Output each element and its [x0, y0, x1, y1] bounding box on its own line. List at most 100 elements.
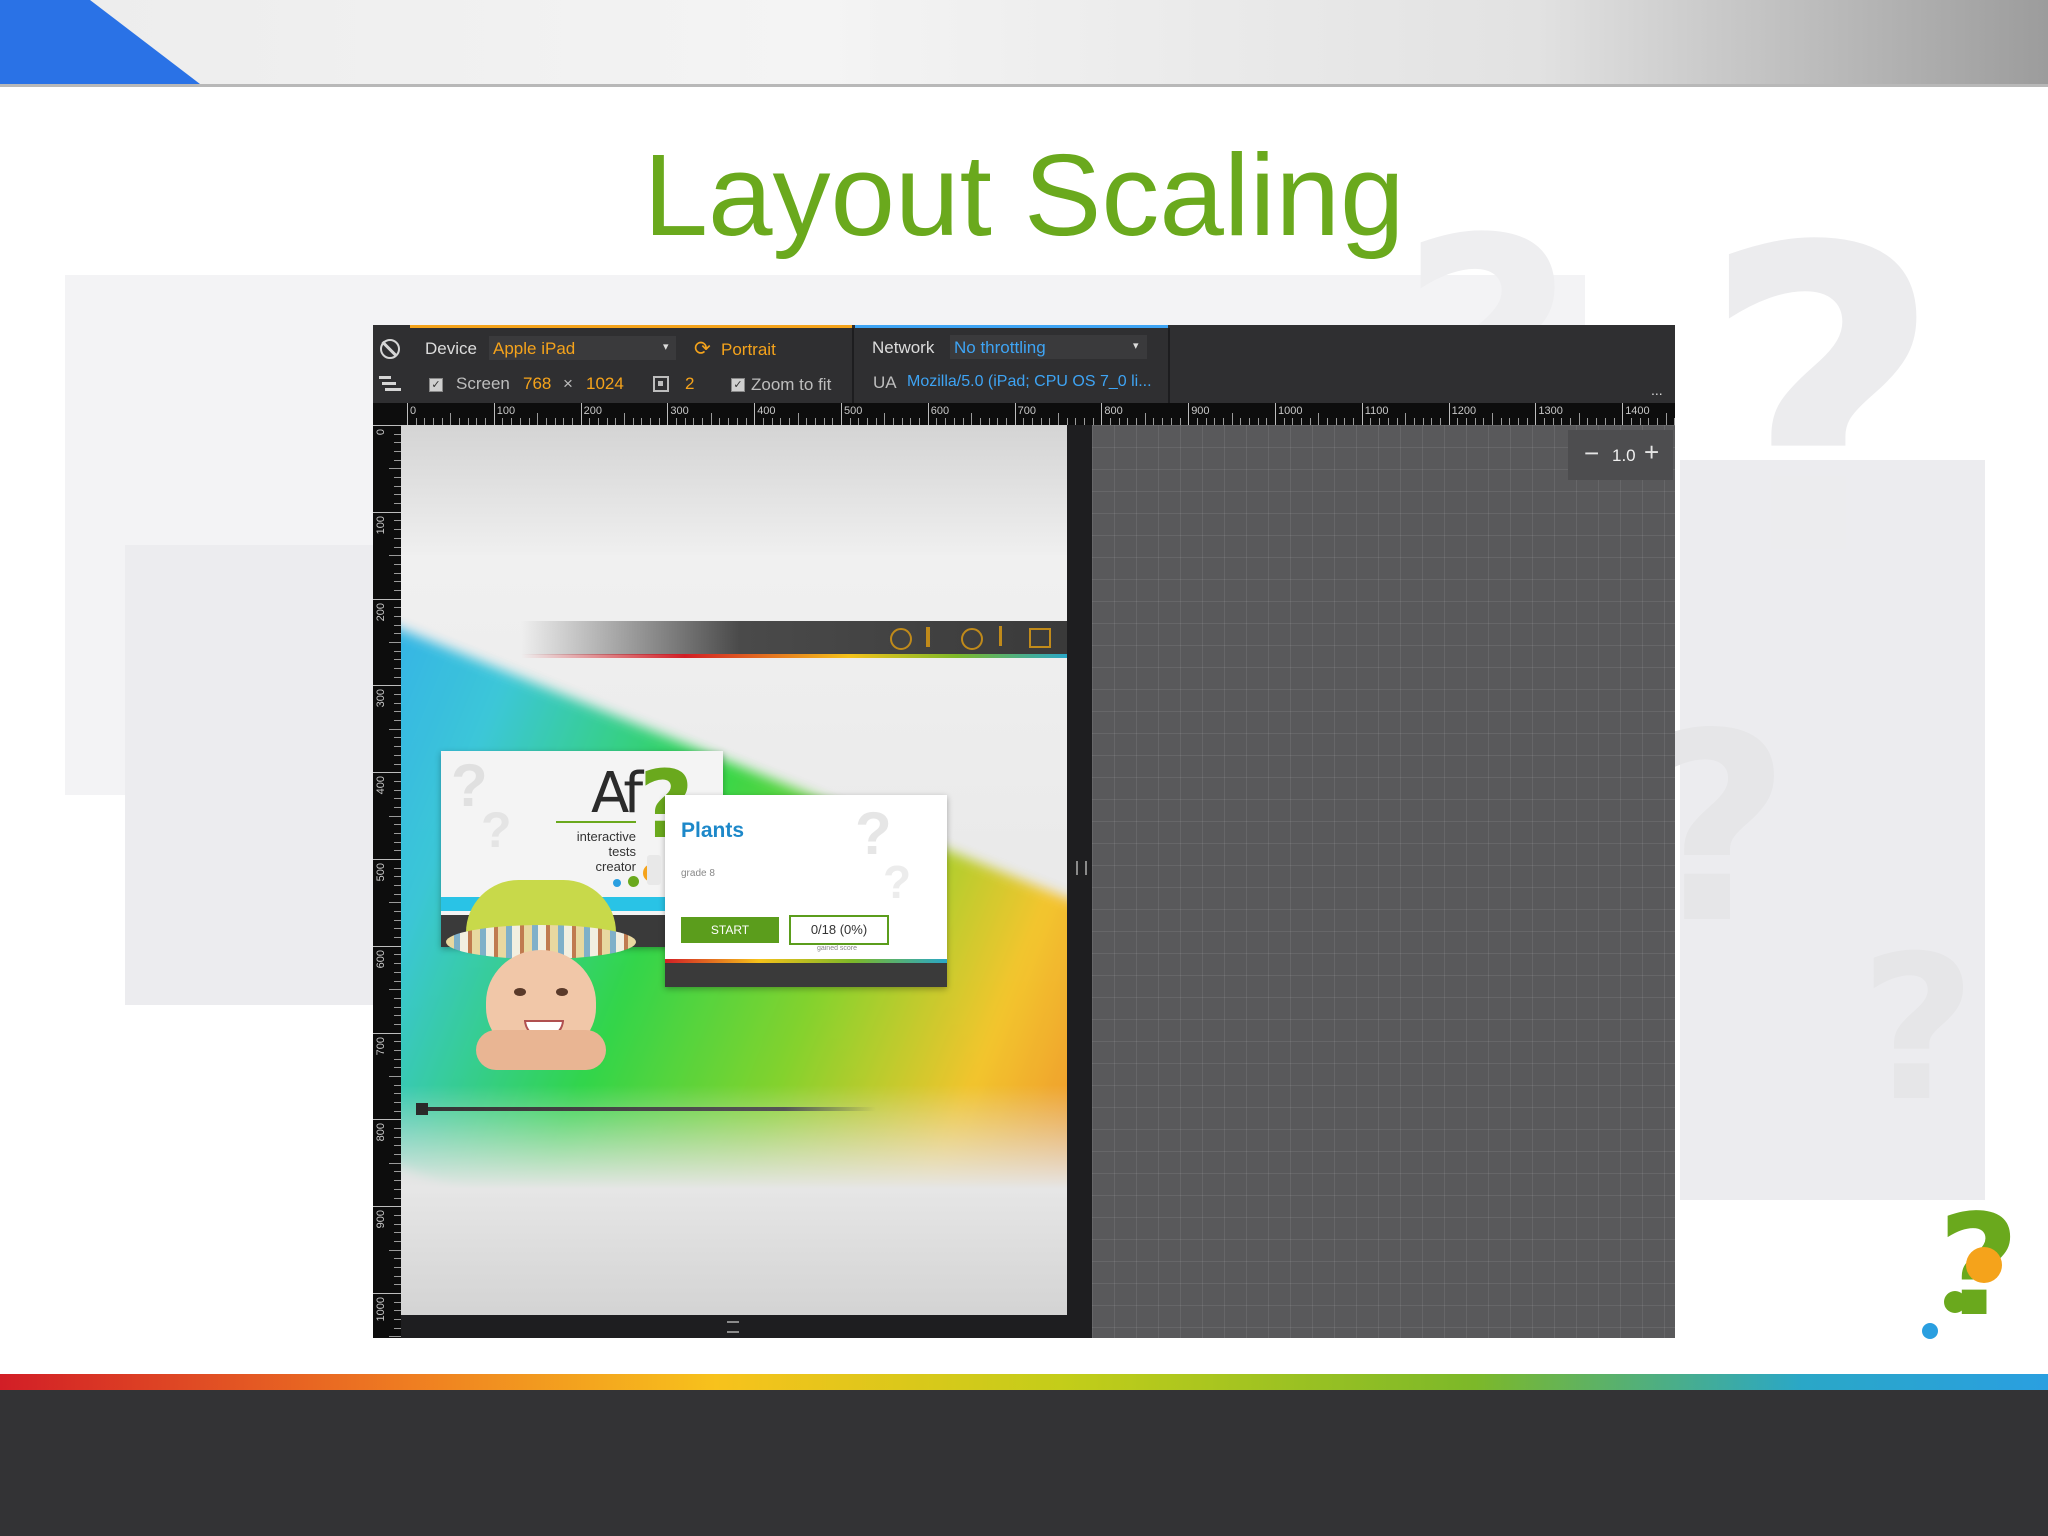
ruler-minor-tick-x	[1179, 418, 1181, 425]
horizontal-ruler: 0 100 200 300 400 500 600 700 800 900 1000 1100 1200…	[373, 403, 1675, 425]
ruler-minor-tick-x	[1309, 418, 1311, 425]
ruler-tick-x: 1000	[1278, 405, 1303, 417]
ruler-major-tick-x	[1361, 403, 1363, 425]
corner-logo-dot-orange	[1966, 1247, 2002, 1283]
network-section-accent	[855, 325, 1168, 328]
bg-ghost-block-left	[125, 545, 375, 1005]
ruler-major-tick-x	[754, 403, 756, 425]
ruler-tick-x: 900	[1191, 405, 1210, 417]
disable-emulation-icon[interactable]	[380, 339, 400, 359]
ruler-minor-tick-x	[1509, 418, 1511, 425]
ruler-minor-tick-x	[545, 418, 547, 425]
ruler-minor-tick-y	[394, 702, 401, 704]
ruler-minor-tick-x	[1544, 418, 1546, 425]
viewport-resize-handle[interactable]	[1067, 425, 1092, 1338]
globe-icon[interactable]	[961, 628, 983, 650]
ruler-minor-tick-x	[893, 418, 895, 425]
screen-width-input[interactable]: 768	[523, 374, 551, 394]
device-pixel-ratio-icon	[653, 376, 669, 392]
ruler-minor-tick-x	[1353, 418, 1355, 425]
background-fade	[401, 1085, 1067, 1315]
ruler-minor-tick-y	[394, 503, 401, 505]
ruler-minor-tick-x	[702, 418, 704, 425]
ruler-minor-tick-y	[394, 997, 401, 999]
eye	[556, 988, 568, 996]
ruler-minor-tick-y	[394, 1223, 401, 1225]
ruler-minor-tick-x	[728, 418, 730, 425]
ruler-major-tick-x	[580, 403, 582, 425]
orientation-toggle[interactable]: ⟳ Portrait	[694, 337, 804, 361]
ruler-minor-tick-x	[1335, 418, 1337, 425]
ruler-minor-tick-x	[1084, 418, 1086, 425]
ruler-tick-x: 1100	[1364, 405, 1389, 417]
ruler-minor-tick-y	[394, 806, 401, 808]
ruler-minor-tick-y	[394, 1110, 401, 1112]
network-select[interactable]: No throttling ▾	[950, 335, 1147, 359]
more-options-button[interactable]: ...	[1651, 382, 1663, 398]
zoom-in-button[interactable]: +	[1644, 437, 1659, 468]
ruler-tick-x: 0	[410, 405, 417, 417]
ruler-minor-tick-x	[780, 418, 782, 425]
eye	[514, 988, 526, 996]
ruler-minor-tick-x	[658, 418, 660, 425]
ruler-minor-tick-y	[394, 546, 401, 548]
ruler-minor-tick-x	[1327, 418, 1329, 425]
screen-height-input[interactable]: 1024	[586, 374, 624, 394]
ruler-tick-x: 800	[1104, 405, 1123, 417]
ruler-tick-x: 300	[670, 405, 689, 417]
ruler-minor-tick-x	[1630, 418, 1632, 425]
window-icon[interactable]	[1029, 628, 1051, 648]
viewport-height-resize-handle[interactable]	[727, 1321, 739, 1333]
ruler-minor-tick-x	[901, 418, 903, 425]
ruler-minor-tick-x	[1248, 418, 1250, 425]
ruler-tick-y: 1000	[375, 1297, 387, 1322]
screen-checkbox[interactable]: ✓	[429, 378, 443, 392]
help-icon[interactable]	[999, 626, 1010, 646]
ruler-minor-tick-x	[1301, 418, 1303, 425]
logo-line-1: interactive	[576, 829, 636, 844]
ruler-minor-tick-x	[1040, 418, 1042, 425]
ruler-minor-tick-y	[394, 1102, 401, 1104]
ruler-minor-tick-y	[394, 1284, 401, 1286]
start-button[interactable]: START	[681, 917, 779, 943]
ruler-minor-tick-y	[394, 1310, 401, 1312]
ruler-minor-tick-x	[1370, 418, 1372, 425]
ruler-minor-tick-y	[394, 529, 401, 531]
ruler-tick-y: 300	[375, 689, 387, 708]
zoom-control: − 1.0 +	[1568, 430, 1673, 480]
ruler-minor-tick-x	[1500, 418, 1502, 425]
corner-logo: ?	[1918, 1197, 2028, 1355]
ruler-minor-tick-x	[1474, 418, 1476, 425]
ruler-major-tick-y	[373, 772, 401, 774]
ruler-minor-tick-y	[389, 1249, 401, 1251]
device-select[interactable]: Apple iPad ▾	[489, 336, 676, 360]
settings-icon[interactable]	[890, 628, 912, 650]
ruler-minor-tick-x	[1222, 418, 1224, 425]
network-label: Network	[872, 338, 935, 357]
zoom-out-button[interactable]: −	[1584, 438, 1599, 469]
ruler-minor-tick-y	[389, 728, 401, 730]
ruler-minor-tick-y	[394, 442, 401, 444]
pixel-ratio-input[interactable]: 2	[685, 374, 694, 394]
ruler-minor-tick-x	[1674, 418, 1675, 425]
ruler-minor-tick-x	[962, 418, 964, 425]
user-agent-input[interactable]: Mozilla/5.0 (iPad; CPU OS 7_0 li...	[907, 373, 1152, 391]
media-queries-icon[interactable]	[379, 375, 401, 393]
slide-bottom-stripe	[0, 1374, 2048, 1390]
test-card-footer	[665, 963, 947, 987]
carousel-arrow-icon[interactable]	[647, 855, 661, 885]
ruler-tick-x: 1400	[1625, 405, 1650, 417]
ruler-minor-tick-x	[1518, 418, 1520, 425]
logo-line-3: creator	[595, 859, 636, 874]
ruler-minor-tick-y	[394, 919, 401, 921]
ruler-minor-tick-x	[537, 413, 539, 425]
ruler-minor-tick-x	[528, 418, 530, 425]
ruler-major-tick-y	[373, 859, 401, 860]
info-icon[interactable]	[926, 627, 930, 647]
ruler-minor-tick-y	[394, 737, 401, 739]
zoom-to-fit-checkbox[interactable]: ✓	[731, 378, 745, 392]
ruler-minor-tick-y	[394, 1197, 401, 1199]
progress-handle[interactable]	[416, 1103, 428, 1115]
ruler-minor-tick-x	[1205, 418, 1207, 425]
ruler-minor-tick-x	[1396, 418, 1398, 425]
